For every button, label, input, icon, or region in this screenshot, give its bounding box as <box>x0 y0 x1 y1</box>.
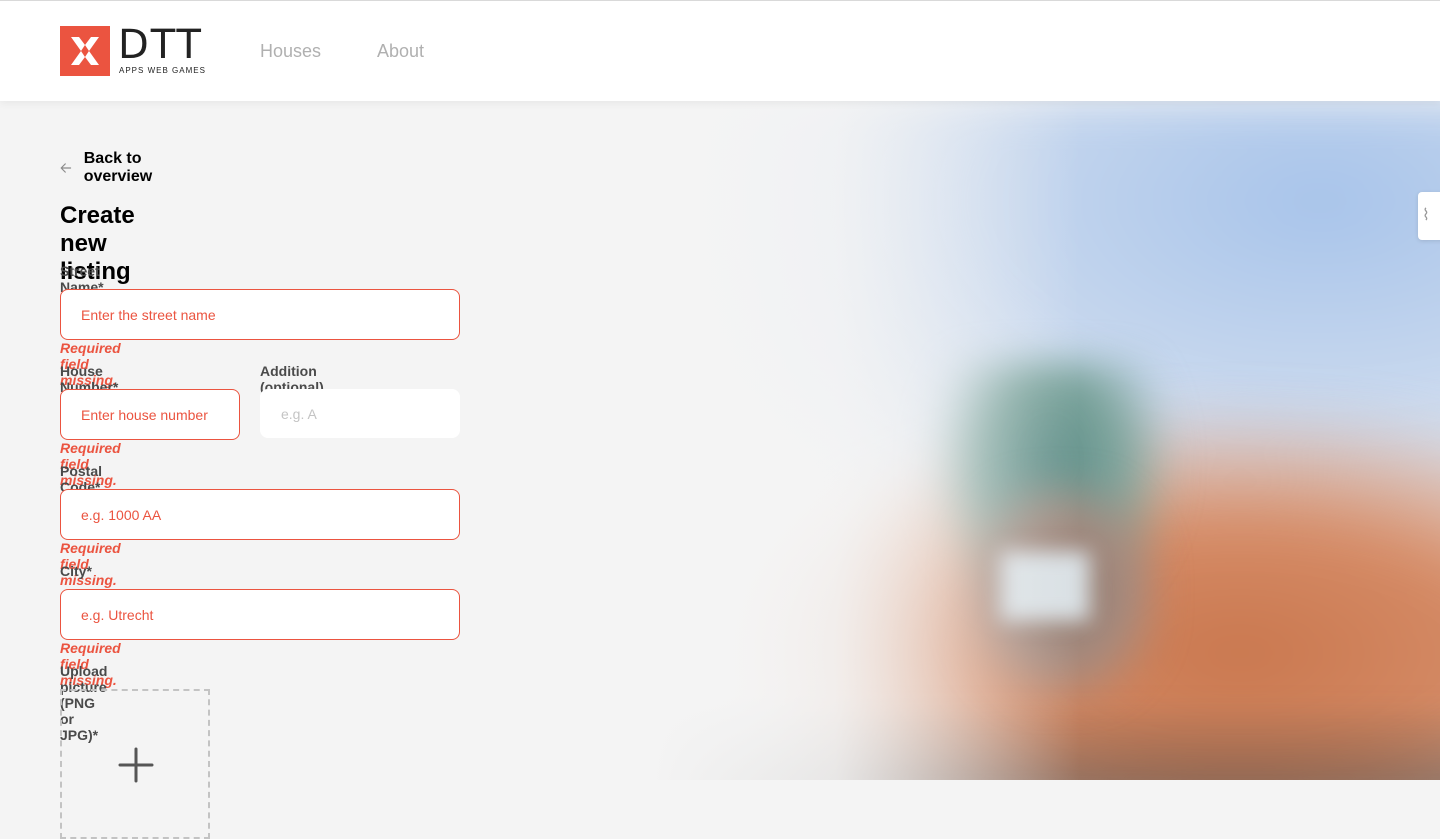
nav-link-houses[interactable]: Houses <box>260 41 321 62</box>
plus-icon <box>118 747 154 783</box>
house-background-image <box>0 101 1440 780</box>
street-name-input[interactable] <box>60 289 460 340</box>
handle-icon: ⌇ <box>1422 207 1430 224</box>
house-number-input[interactable] <box>60 389 240 440</box>
back-to-overview-link[interactable]: Back to overview <box>60 150 160 186</box>
upload-picture-dropzone[interactable] <box>60 689 210 839</box>
top-navigation-bar: DTT APPS WEB GAMES Houses About <box>0 0 1440 101</box>
dtt-logo[interactable]: DTT APPS WEB GAMES <box>60 22 210 78</box>
arrow-left-icon <box>60 163 72 173</box>
city-label: City* <box>60 563 92 579</box>
logo-text: DTT <box>118 22 203 68</box>
logo-subtitle: APPS WEB GAMES <box>119 66 206 75</box>
side-panel-toggle[interactable]: ⌇ <box>1418 192 1440 240</box>
logo-mark-icon <box>60 26 110 76</box>
back-link-label: Back to overview <box>83 150 153 185</box>
postal-code-input[interactable] <box>60 489 460 540</box>
nav-link-about[interactable]: About <box>377 41 424 62</box>
city-input[interactable] <box>60 589 460 640</box>
addition-input[interactable] <box>260 389 460 438</box>
